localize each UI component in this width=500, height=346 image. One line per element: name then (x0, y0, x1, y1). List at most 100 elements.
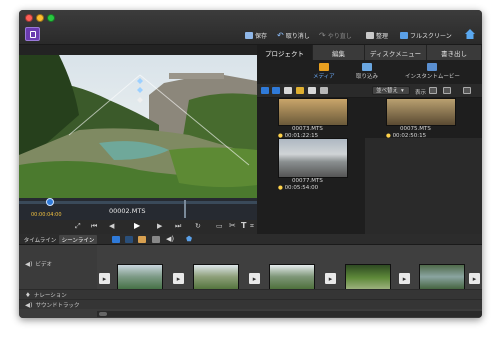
video-track-icon: ◀) (25, 260, 33, 268)
microphone-icon: ♦ (25, 291, 31, 299)
instant-movie-icon (427, 63, 438, 71)
aspect-icon[interactable]: ▭ (216, 222, 223, 230)
clip-name: 00002.MTS (109, 207, 146, 215)
monitor-header (19, 45, 257, 55)
transition-slot[interactable]: ▸ (325, 273, 336, 284)
loop-icon[interactable]: ↻ (195, 222, 201, 230)
transition-slot[interactable]: ▸ (173, 273, 184, 284)
playhead-handle[interactable] (46, 198, 54, 206)
sceneline-area: タイムライン シーンライン ◀) ⬟ ◀) ビデオ ▸ ▸ ▸ ▸ ▸ ▸ ♦ … (19, 234, 482, 318)
timecode-readout: 00:00:04:00 (31, 212, 62, 218)
clip-thumbnail (386, 98, 456, 126)
media-item[interactable]: 00077.MTS ● 00:05:54:00 (278, 138, 363, 191)
monitor-preview[interactable] (19, 55, 257, 198)
play-button[interactable]: ▶ (134, 221, 140, 230)
tab-export[interactable]: 書き出し (427, 45, 482, 60)
undo-icon: ↶ (277, 31, 284, 40)
tab-project[interactable]: プロジェクト (257, 45, 313, 60)
sort-dropdown[interactable]: 並べ替え ▾ (372, 86, 410, 95)
clip-thumbnail (278, 138, 348, 178)
tab-edit[interactable]: 編集 (313, 45, 365, 60)
marker-icon[interactable] (138, 236, 146, 243)
close-window-button[interactable] (25, 14, 33, 22)
home-icon (465, 29, 475, 39)
transition-slot[interactable]: ▸ (99, 273, 110, 284)
home-button[interactable] (464, 28, 476, 40)
view-option-icon[interactable] (429, 87, 437, 94)
app-window: 保存 ↶ 取り消し ↷ やり直し 整理 フルスクリーン 00002.MTS 00… (19, 10, 482, 318)
scene-clip[interactable] (345, 264, 391, 292)
save-button[interactable]: 保存 (245, 31, 267, 40)
video-track-header: ◀) ビデオ (19, 245, 97, 289)
folder-icon[interactable] (284, 87, 292, 94)
scissors-icon[interactable]: ✂ (229, 221, 236, 230)
clip-boundary-marker (184, 200, 186, 218)
scene-clip[interactable] (117, 264, 163, 292)
split-icon[interactable]: ⤢ (75, 222, 81, 231)
tab-timeline[interactable]: タイムライン (21, 235, 59, 244)
render-icon[interactable] (152, 236, 160, 243)
scene-clip[interactable] (269, 264, 315, 292)
view-tabs-bar: タイムライン シーンライン ◀) ⬟ (19, 234, 482, 245)
instant-movie-button[interactable]: インスタントムービー (405, 63, 460, 80)
import-icon (362, 63, 372, 71)
toolbar: 保存 ↶ 取り消し ↷ やり直し 整理 フルスクリーン (19, 10, 482, 45)
transition-slot[interactable]: ▸ (469, 273, 480, 284)
sceneline-view-icon[interactable] (112, 236, 120, 243)
transition-slot[interactable]: ▸ (249, 273, 260, 284)
scrub-bar[interactable]: 00002.MTS 00:00:04:00 (19, 198, 257, 220)
chevron-down-icon: ▾ (401, 88, 404, 94)
display-label: 表示 (415, 90, 427, 96)
clip-thumbnail (278, 98, 348, 126)
document-icon[interactable] (308, 87, 316, 94)
tab-sceneline[interactable]: シーンライン (59, 235, 97, 244)
speaker-icon: ◀) (25, 301, 33, 309)
undo-button[interactable]: ↶ 取り消し (277, 31, 310, 40)
organize-icon (366, 32, 374, 39)
horizontal-scrollbar[interactable] (97, 311, 482, 317)
media-icon (318, 63, 329, 71)
unused-dot-icon: ● (278, 184, 283, 191)
text-tool-icon[interactable]: T (241, 221, 246, 230)
media-button[interactable]: メディア (313, 63, 335, 80)
scene-clip[interactable] (193, 264, 239, 292)
minimize-window-button[interactable] (36, 14, 44, 22)
volume-icon[interactable]: ◀) (166, 235, 174, 243)
trash-icon[interactable] (320, 87, 328, 94)
scrollbar-thumb[interactable] (99, 312, 107, 316)
back-icon[interactable] (443, 87, 451, 94)
soundtrack-track: ◀) サウンドトラック (19, 299, 482, 309)
new-folder-icon[interactable] (296, 87, 304, 94)
media-item[interactable]: 00075.MTS ● 00:02:50:15 (386, 98, 471, 139)
empty-grid-area (365, 138, 482, 234)
view-toolbar: 並べ替え ▾ 表示 (257, 84, 482, 98)
shield-icon[interactable]: ⬟ (186, 235, 192, 243)
media-item[interactable]: 00073.MTS ● 00:01:22:15 (278, 98, 363, 139)
export-icon[interactable] (463, 87, 471, 94)
video-track: ▸ ▸ ▸ ▸ ▸ ▸ (97, 245, 482, 292)
fullscreen-button[interactable]: フルスクリーン (400, 31, 452, 40)
organize-button[interactable]: 整理 (366, 31, 388, 40)
grid-view-icon[interactable] (272, 87, 280, 94)
fullscreen-icon (400, 32, 408, 39)
zoom-window-button[interactable] (47, 14, 55, 22)
previous-edit-icon[interactable]: ⏮ (91, 222, 97, 231)
media-toolbar: メディア 取り込み インスタントムービー (257, 60, 482, 84)
step-forward-icon[interactable]: ▶ (157, 222, 162, 230)
import-button[interactable]: 取り込み (356, 63, 378, 80)
video-frame-image (19, 55, 257, 198)
playback-controls: ⤢ ⏮ ◀ ▶ ▶ ⏭ ↻ ▭ ✂ T ⌗ (19, 220, 257, 234)
transition-slot[interactable]: ▸ (399, 273, 410, 284)
redo-icon: ↷ (319, 31, 326, 40)
transform-icon[interactable]: ⌗ (250, 222, 254, 231)
narration-track: ♦ ナレーション (19, 289, 482, 299)
redo-button[interactable]: ↷ やり直し (319, 31, 352, 40)
tab-disc-menu[interactable]: ディスクメニュー (365, 45, 427, 60)
scene-clip[interactable] (419, 264, 465, 292)
audio-mixer-icon[interactable] (125, 236, 133, 243)
media-grid: 00073.MTS ● 00:01:22:15 00075.MTS ● 00:0… (257, 98, 482, 234)
app-logo-icon (25, 27, 40, 41)
list-view-icon[interactable] (261, 87, 269, 94)
step-back-icon[interactable]: ◀ (109, 222, 114, 230)
next-edit-icon[interactable]: ⏭ (175, 222, 181, 231)
